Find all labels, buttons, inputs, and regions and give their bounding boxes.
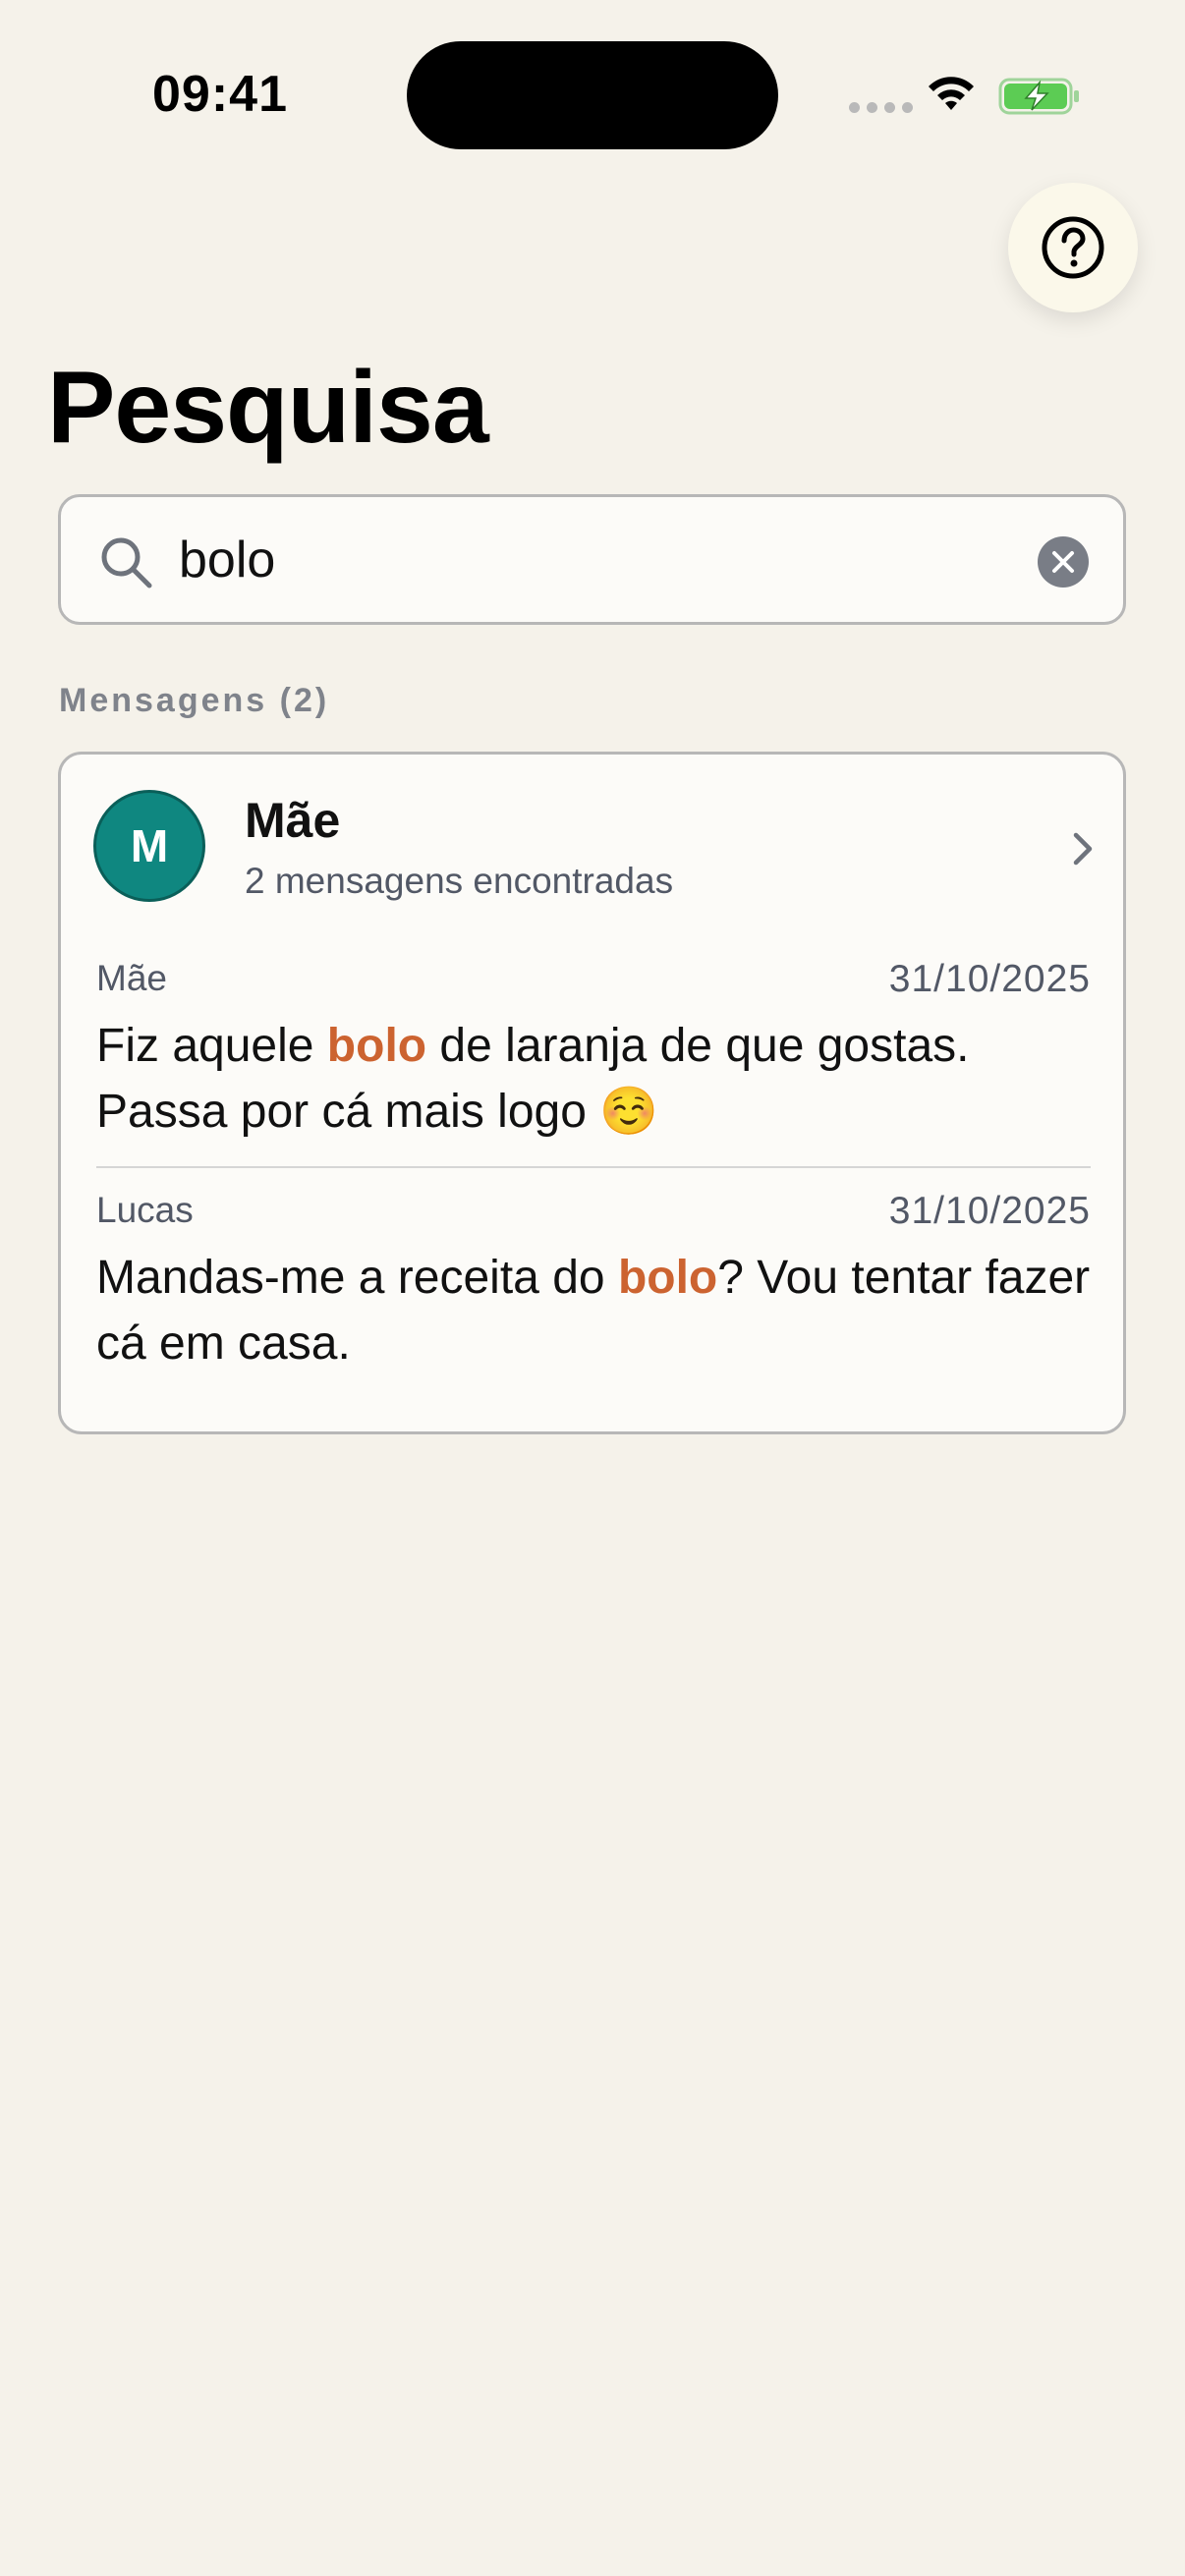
message-text-before: Mandas-me a receita do bbox=[96, 1252, 618, 1304]
message-result[interactable]: Lucas 31/10/2025 Mandas-me a receita do … bbox=[96, 1190, 1091, 1411]
clear-icon bbox=[1052, 551, 1074, 573]
dynamic-island bbox=[407, 41, 778, 149]
search-icon bbox=[101, 537, 152, 588]
message-text: Mandas-me a receita do bolo? Vou tentar … bbox=[96, 1245, 1091, 1376]
search-match-highlight: bolo bbox=[617, 1252, 718, 1304]
wifi-icon bbox=[929, 77, 974, 110]
message-sender: Lucas bbox=[96, 1190, 194, 1230]
message-text: Fiz aquele bolo de laranja de que gostas… bbox=[96, 1013, 1091, 1145]
cellular-signal-icon bbox=[849, 102, 913, 113]
page-title: Pesquisa bbox=[47, 351, 489, 465]
message-text-before: Fiz aquele bbox=[96, 1020, 327, 1072]
question-circle-icon bbox=[1042, 216, 1104, 279]
search-input[interactable] bbox=[179, 519, 965, 601]
search-match-highlight: bolo bbox=[326, 1020, 427, 1072]
message-date: 31/10/2025 bbox=[888, 958, 1091, 1000]
divider bbox=[96, 1166, 1091, 1168]
avatar: M bbox=[93, 790, 205, 902]
status-time: 09:41 bbox=[152, 66, 288, 123]
contact-name: Mãe bbox=[245, 793, 341, 848]
status-bar: 09:41 bbox=[0, 0, 1185, 187]
message-sender: Mãe bbox=[96, 958, 167, 998]
chevron-right-icon[interactable] bbox=[1063, 825, 1102, 872]
help-button[interactable] bbox=[1008, 183, 1138, 312]
match-count: 2 mensagens encontradas bbox=[245, 861, 674, 901]
conversation-result-card[interactable]: M Mãe 2 mensagens encontradas Mãe 31/10/… bbox=[58, 752, 1126, 1434]
section-header-messages: Mensagens (2) bbox=[59, 682, 330, 719]
message-date: 31/10/2025 bbox=[888, 1190, 1091, 1232]
battery-charging-icon bbox=[998, 78, 1079, 115]
message-result[interactable]: Mãe 31/10/2025 Fiz aquele bolo de laranj… bbox=[96, 958, 1091, 1179]
search-bar[interactable] bbox=[58, 494, 1126, 625]
clear-search-button[interactable] bbox=[1038, 536, 1089, 588]
conversation-header[interactable]: M Mãe 2 mensagens encontradas bbox=[61, 755, 1123, 941]
